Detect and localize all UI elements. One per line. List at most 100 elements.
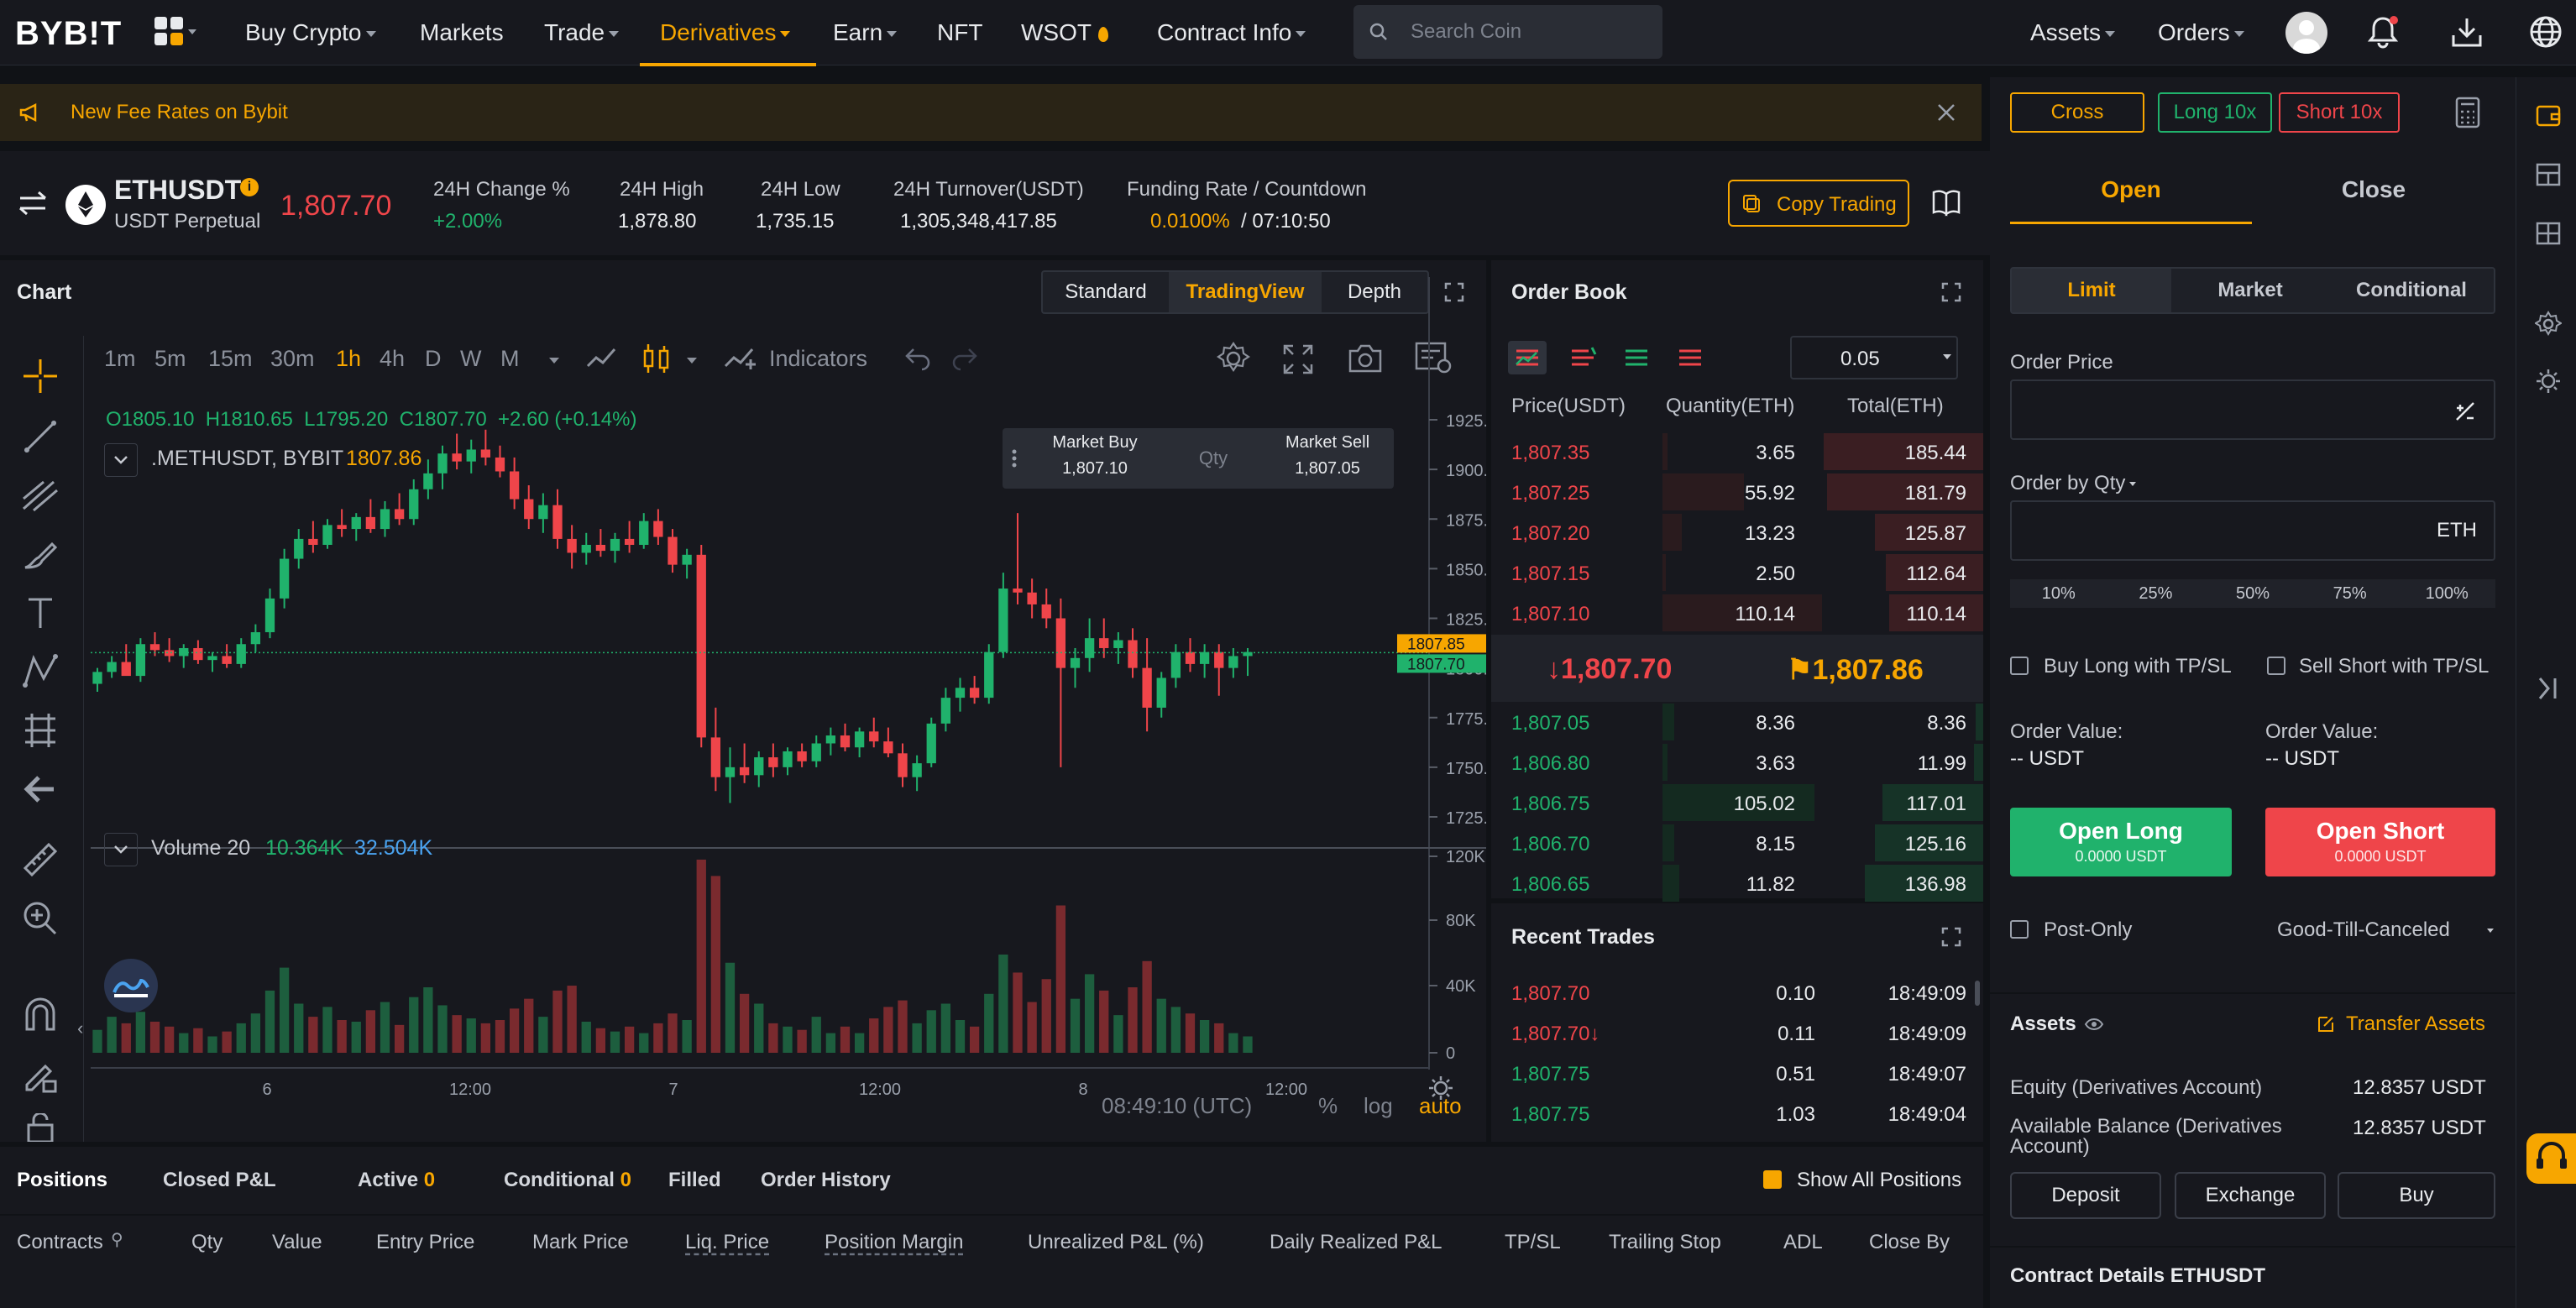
- ask-row[interactable]: 1,807.20 13.23 125.87: [1491, 512, 1983, 552]
- tab-open[interactable]: Open: [2010, 176, 2252, 217]
- type-limit[interactable]: Limit: [2012, 269, 2171, 312]
- sell-tpsl-checkbox[interactable]: [2267, 657, 2285, 675]
- nav-item-wsot[interactable]: WSOT: [1021, 0, 1108, 65]
- avatar[interactable]: [2285, 12, 2327, 54]
- bid-row[interactable]: 1,806.75 105.02 117.01: [1491, 782, 1983, 823]
- close-icon[interactable]: [1936, 102, 1956, 123]
- open-long-button[interactable]: Open Long 0.0000 USDT: [2010, 808, 2232, 876]
- book-icon[interactable]: [1931, 188, 1961, 217]
- log-scale-toggle[interactable]: log: [1364, 1093, 1393, 1119]
- price-chart[interactable]: 1925.001900.001875.001850.001825.001800.…: [0, 260, 1486, 1142]
- nav-item-trade[interactable]: Trade: [544, 0, 620, 65]
- ask-row[interactable]: 1,807.10 110.14 110.14: [1491, 593, 1983, 633]
- both-sides-view-icon[interactable]: [1508, 341, 1547, 374]
- trades-view-icon[interactable]: [1671, 341, 1709, 374]
- search-input[interactable]: Search Coin: [1353, 5, 1662, 59]
- layout-icon[interactable]: [2535, 161, 2562, 188]
- percent-75[interactable]: 75%: [2301, 584, 2399, 604]
- buy-button[interactable]: Buy: [2338, 1172, 2495, 1219]
- low-value: 1,735.15: [756, 210, 835, 233]
- banner-text[interactable]: New Fee Rates on Bybit: [71, 101, 288, 124]
- bybit-logo[interactable]: BYB!T: [15, 15, 122, 53]
- exchange-button[interactable]: Exchange: [2175, 1172, 2326, 1219]
- bid-row[interactable]: 1,806.65 11.82 136.98: [1491, 863, 1983, 903]
- info-icon[interactable]: i: [240, 178, 259, 196]
- post-only-checkbox[interactable]: [2010, 920, 2029, 939]
- nav-item-earn[interactable]: Earn: [833, 0, 898, 65]
- type-conditional[interactable]: Conditional: [2329, 269, 2494, 312]
- margin-mode-button[interactable]: Cross: [2010, 92, 2144, 133]
- qty-input[interactable]: Qty: [1167, 433, 1259, 484]
- total-cell: 185.44: [1904, 442, 1966, 464]
- eye-icon[interactable]: [2084, 1016, 2104, 1033]
- expand-icon[interactable]: [1941, 927, 1961, 947]
- collapse-right-icon[interactable]: [2537, 675, 2560, 702]
- nav-item-contract-info[interactable]: Contract Info: [1157, 0, 1306, 65]
- ask-row[interactable]: 1,807.15 2.50 112.64: [1491, 552, 1983, 593]
- order-qty-label[interactable]: Order by Qty: [2010, 472, 2137, 495]
- copy-trading-button[interactable]: Copy Trading: [1728, 180, 1909, 227]
- swap-icon[interactable]: [17, 190, 50, 217]
- percent-scale-toggle[interactable]: %: [1318, 1093, 1338, 1119]
- percent-25[interactable]: 25%: [2107, 584, 2205, 604]
- scrollbar[interactable]: [1975, 981, 1980, 1006]
- depth-bar: [1973, 744, 1983, 781]
- assets-menu[interactable]: Assets: [2030, 0, 2116, 65]
- bid-row[interactable]: 1,807.05 8.36 8.36: [1491, 702, 1983, 742]
- collapse-series-button[interactable]: [104, 443, 138, 477]
- nav-item-markets[interactable]: Markets: [420, 0, 504, 65]
- market-sell-button[interactable]: Market Sell 1,807.05: [1264, 433, 1390, 484]
- support-chat-button[interactable]: [2526, 1133, 2576, 1184]
- theme-icon[interactable]: [2535, 368, 2562, 395]
- candle: [308, 521, 318, 553]
- type-market[interactable]: Market: [2171, 269, 2329, 312]
- precision-select[interactable]: 0.05: [1790, 336, 1958, 379]
- asks-view-icon[interactable]: [1563, 341, 1602, 374]
- apps-grid-icon[interactable]: [153, 15, 196, 49]
- collapse-volume-button[interactable]: [104, 833, 138, 866]
- bell-icon[interactable]: [2364, 13, 2401, 50]
- trade-time-cell: 18:49:09: [1887, 1023, 1966, 1045]
- bids-view-icon[interactable]: [1617, 341, 1656, 374]
- percent-100[interactable]: 100%: [2398, 584, 2495, 604]
- orders-menu[interactable]: Orders: [2158, 0, 2244, 65]
- tradingview-logo-icon[interactable]: [104, 959, 158, 1012]
- bid-row[interactable]: 1,806.80 3.63 11.99: [1491, 742, 1983, 782]
- buy-tpsl-checkbox[interactable]: [2010, 657, 2029, 675]
- ask-row[interactable]: 1,807.35 3.65 185.44: [1491, 432, 1983, 472]
- candle: [107, 656, 117, 678]
- calculator-icon[interactable]: [2453, 96, 2482, 129]
- bid-row[interactable]: 1,806.70 8.15 125.16: [1491, 823, 1983, 863]
- wallet-icon[interactable]: [2535, 102, 2562, 129]
- auto-scale-toggle[interactable]: auto: [1419, 1093, 1462, 1119]
- percent-10[interactable]: 10%: [2010, 584, 2107, 604]
- order-qty-input[interactable]: ETH: [2010, 500, 2495, 561]
- settings-icon[interactable]: [2535, 311, 2562, 337]
- candle: [797, 743, 807, 767]
- download-icon[interactable]: [2448, 13, 2485, 50]
- tab-close[interactable]: Close: [2252, 176, 2495, 217]
- grid-layout-icon[interactable]: [2535, 220, 2562, 247]
- ask-row[interactable]: 1,807.25 55.92 181.79: [1491, 472, 1983, 512]
- drag-handle-icon[interactable]: [1003, 428, 1026, 489]
- nav-item-buy-crypto[interactable]: Buy Crypto: [245, 0, 376, 65]
- order-price-input[interactable]: [2010, 379, 2495, 440]
- expand-icon[interactable]: [1941, 282, 1961, 302]
- pin-icon[interactable]: ⚲: [111, 1229, 123, 1250]
- globe-icon[interactable]: [2527, 13, 2564, 50]
- candle-body: [1199, 651, 1210, 664]
- nav-item-nft[interactable]: NFT: [937, 0, 982, 65]
- column-header: Unrealized P&L (%): [1028, 1231, 1204, 1253]
- short-leverage-button[interactable]: Short 10x: [2279, 92, 2400, 133]
- long-leverage-button[interactable]: Long 10x: [2158, 92, 2272, 133]
- market-buy-button[interactable]: Market Buy 1,807.10: [1028, 433, 1162, 484]
- time-in-force-select[interactable]: Good-Till-Canceled: [2277, 917, 2495, 944]
- percent-50[interactable]: 50%: [2204, 584, 2301, 604]
- symbol-name[interactable]: ETHUSDT: [114, 175, 241, 206]
- contract-details-title[interactable]: Contract Details ETHUSDT: [2010, 1264, 2265, 1288]
- nav-item-derivatives[interactable]: Derivatives: [660, 0, 791, 65]
- chart-time: 08:49:10 (UTC): [1102, 1093, 1253, 1118]
- plus-minus-icon[interactable]: [2453, 400, 2477, 423]
- open-short-button[interactable]: Open Short 0.0000 USDT: [2265, 808, 2495, 876]
- deposit-button[interactable]: Deposit: [2010, 1172, 2161, 1219]
